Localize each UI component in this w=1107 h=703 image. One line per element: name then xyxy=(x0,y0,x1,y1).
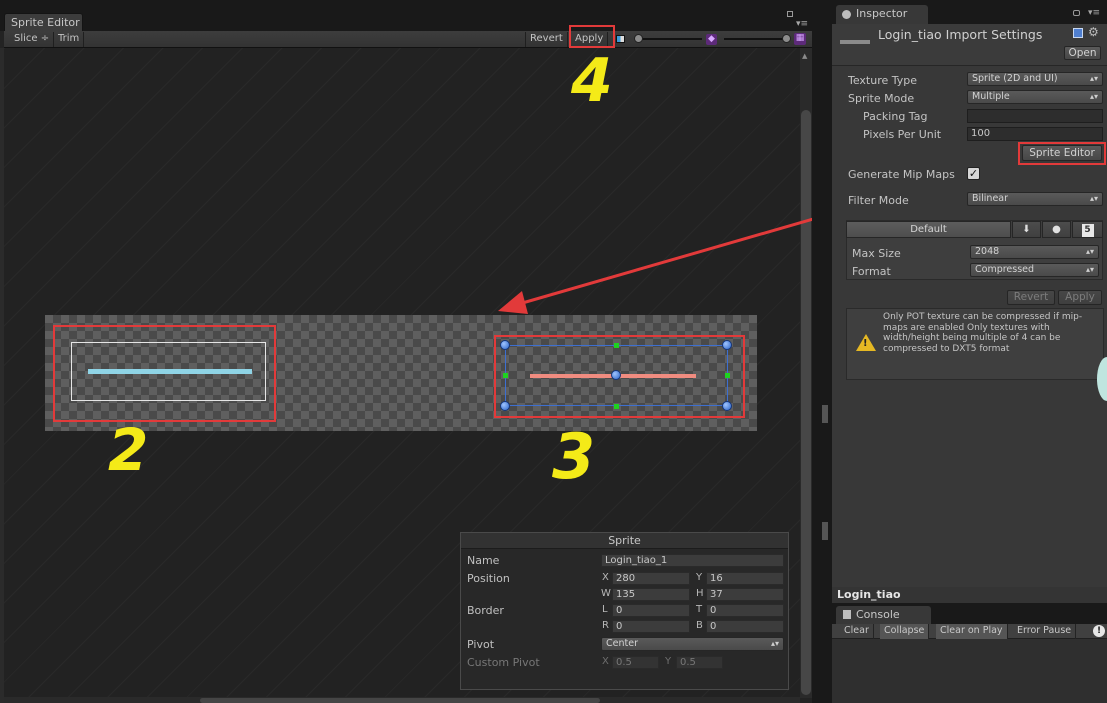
custom-pivot-x-field: 0.5 xyxy=(612,656,659,669)
info-icon xyxy=(842,10,851,19)
w-axis-label: W xyxy=(601,588,611,599)
filter-mode-dropdown[interactable]: Bilinear ▴▾ xyxy=(967,192,1103,206)
dropdown-arrow-icon: ▴▾ xyxy=(1089,74,1098,83)
android-icon: ● xyxy=(1052,224,1061,235)
texture-type-dropdown[interactable]: Sprite (2D and UI) ▴▾ xyxy=(967,72,1103,86)
html5-icon: 5 xyxy=(1081,224,1094,237)
pixels-per-unit-field[interactable]: 100 xyxy=(967,127,1103,141)
sprite-properties-panel: Sprite Name Login_tiao_1 Position X 280 … xyxy=(460,532,789,690)
dropdown-arrow-icon: ▴▾ xyxy=(1085,265,1094,274)
inspector-apply-button[interactable]: Apply xyxy=(1058,290,1102,305)
pixels-per-unit-label: Pixels Per Unit xyxy=(863,128,942,141)
y-axis-label: Y xyxy=(696,572,703,583)
inspector-revert-button[interactable]: Revert xyxy=(1007,290,1055,305)
platform-tab-webgl[interactable]: 5 xyxy=(1072,221,1103,238)
platform-tab-standalone[interactable]: ⬇ xyxy=(1012,221,1041,238)
console-clear-on-play-button[interactable]: Clear on Play xyxy=(936,624,1008,639)
asset-name-label: Login_tiao xyxy=(832,587,1107,603)
platform-tab-android[interactable]: ● xyxy=(1042,221,1071,238)
position-y-field[interactable]: 16 xyxy=(706,572,784,585)
dropdown-arrow-icon: ▴▾ xyxy=(770,639,779,648)
generate-mipmaps-label: Generate Mip Maps xyxy=(848,168,955,181)
packing-tag-label: Packing Tag xyxy=(863,110,928,123)
t-axis-label: T xyxy=(696,604,703,615)
splitter-grip-top xyxy=(822,405,828,423)
name-label: Name xyxy=(467,554,500,567)
border-label: Border xyxy=(467,604,504,617)
annotation-3: 3 xyxy=(552,420,596,493)
gear-icon[interactable]: ⚙ xyxy=(1088,25,1099,39)
custom-pivot-label: Custom Pivot xyxy=(467,656,540,669)
border-r-field[interactable]: 0 xyxy=(612,620,690,633)
name-field[interactable]: Login_tiao_1 xyxy=(601,554,784,567)
sprite-panel-title: Sprite xyxy=(461,533,788,549)
dropdown-arrow-icon: ▴▾ xyxy=(1089,92,1098,101)
console-error-pause-button[interactable]: Error Pause xyxy=(1013,624,1077,639)
filter-mode-label: Filter Mode xyxy=(848,194,909,207)
custom-pivot-y-field: 0.5 xyxy=(676,656,723,669)
packing-tag-field[interactable] xyxy=(967,109,1103,123)
dropdown-arrow-icon: ▴▾ xyxy=(1085,247,1094,256)
console-info-toggle-icon[interactable]: ! xyxy=(1093,625,1105,637)
panel-splitter[interactable] xyxy=(812,0,832,703)
warning-icon-mark: ! xyxy=(863,338,868,349)
inspector-menu-icon[interactable]: ▾≡ xyxy=(1088,8,1102,18)
height-field[interactable]: 37 xyxy=(706,588,784,601)
warning-text: Only POT texture can be compressed if mi… xyxy=(883,312,1083,354)
width-field[interactable]: 135 xyxy=(612,588,690,601)
pivot-label: Pivot xyxy=(467,638,495,651)
console-icon xyxy=(843,610,851,619)
pivot-dropdown[interactable]: Center ▴▾ xyxy=(601,637,784,651)
x-axis-label: X xyxy=(602,572,609,583)
max-size-dropdown[interactable]: 2048 ▴▾ xyxy=(970,245,1099,259)
h-axis-label: H xyxy=(696,588,704,599)
dropdown-arrow-icon: ▴▾ xyxy=(1089,194,1098,203)
console-collapse-button[interactable]: Collapse xyxy=(880,624,930,639)
generate-mipmaps-checkbox[interactable]: ✓ xyxy=(967,167,980,180)
annotation-2: 2 xyxy=(108,416,149,484)
format-dropdown[interactable]: Compressed ▴▾ xyxy=(970,263,1099,277)
console-body xyxy=(832,639,1107,703)
custom-pivot-x-axis: X xyxy=(602,656,609,667)
console-clear-button[interactable]: Clear xyxy=(840,624,874,639)
texture-type-label: Texture Type xyxy=(848,74,918,87)
b-axis-label: B xyxy=(696,620,703,631)
l-axis-label: L xyxy=(602,604,608,615)
splitter-grip-bottom xyxy=(822,522,828,540)
sprite-mode-dropdown[interactable]: Multiple ▴▾ xyxy=(967,90,1103,104)
lock-icon[interactable] xyxy=(1073,10,1080,16)
position-x-field[interactable]: 280 xyxy=(612,572,690,585)
platform-tab-default[interactable]: Default xyxy=(846,221,1011,238)
help-icon[interactable] xyxy=(1073,28,1083,38)
sprite-mode-label: Sprite Mode xyxy=(848,92,915,105)
r-axis-label: R xyxy=(602,620,609,631)
sprite-editor-button-highlight xyxy=(1018,142,1106,165)
download-icon: ⬇ xyxy=(1022,224,1031,235)
inspector-title: Login_tiao Import Settings xyxy=(878,27,1043,42)
border-t-field[interactable]: 0 xyxy=(706,604,784,617)
custom-pivot-y-axis: Y xyxy=(665,656,672,667)
border-b-field[interactable]: 0 xyxy=(706,620,784,633)
texture-thumbnail-icon xyxy=(840,40,870,44)
max-size-label: Max Size xyxy=(852,247,901,260)
annotation-4: 4 xyxy=(571,46,613,116)
format-label: Format xyxy=(852,265,891,278)
border-l-field[interactable]: 0 xyxy=(612,604,690,617)
position-label: Position xyxy=(467,572,510,585)
open-button[interactable]: Open xyxy=(1064,46,1101,60)
